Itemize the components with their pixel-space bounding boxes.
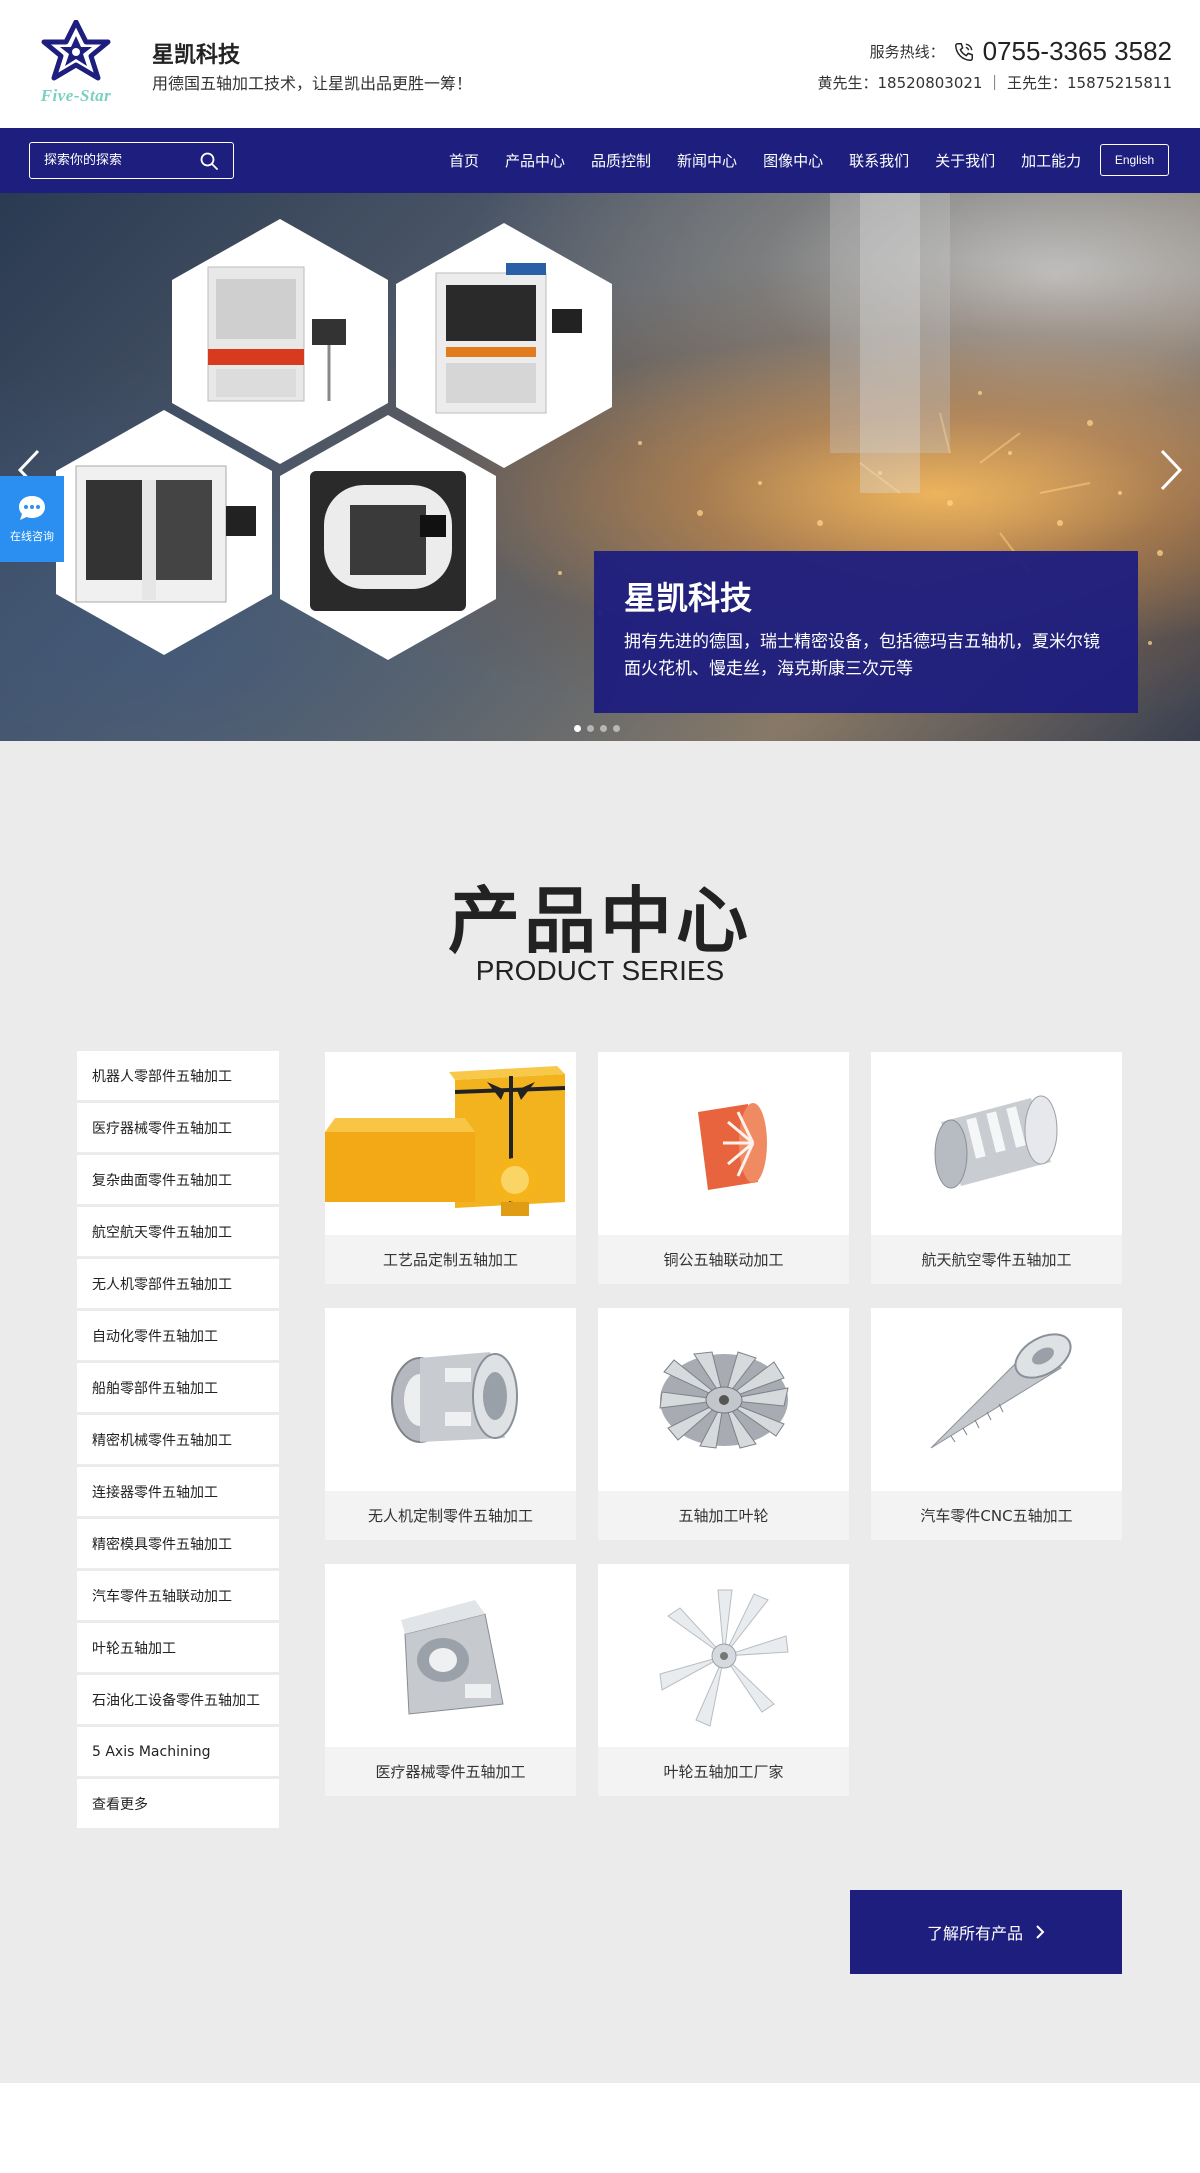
nav-menu: 首页 产品中心 品质控制 新闻中心 图像中心 联系我们 关于我们 加工能力 [436, 128, 1094, 193]
hero-banner: 星凯科技 拥有先进的德国，瑞士精密设备，包括德玛吉五轴机，夏米尔镜面火花机、慢走… [0, 193, 1200, 741]
category-item[interactable]: 机器人零部件五轴加工 [77, 1051, 279, 1100]
contact-persons: 黄先生：18520803021 ｜ 王先生：15875215811 [817, 74, 1173, 92]
product-card[interactable]: 医疗器械零件五轴加工 [325, 1564, 576, 1796]
hotline-number[interactable]: 0755-3365 3582 [983, 36, 1172, 67]
product-card[interactable]: 铜公五轴联动加工 [598, 1052, 849, 1284]
carousel-dot[interactable] [587, 725, 594, 732]
product-title: 五轴加工叶轮 [598, 1491, 849, 1540]
carousel-dot[interactable] [613, 725, 620, 732]
section-subtitle: PRODUCT SERIES [475, 955, 725, 986]
product-title: 工艺品定制五轴加工 [325, 1235, 576, 1284]
carousel-dot[interactable] [600, 725, 607, 732]
product-card[interactable]: 汽车零件CNC五轴加工 [871, 1308, 1122, 1540]
product-card[interactable]: 叶轮五轴加工厂家 [598, 1564, 849, 1796]
category-item[interactable]: 精密机械零件五轴加工 [77, 1415, 279, 1464]
product-card[interactable]: 无人机定制零件五轴加工 [325, 1308, 576, 1540]
brand-slogan: 用德国五轴加工技术，让星凯出品更胜一筹！ [152, 74, 473, 93]
category-list: 机器人零部件五轴加工 医疗器械零件五轴加工 复杂曲面零件五轴加工 航空航天零件五… [77, 1051, 279, 1831]
product-image [325, 1564, 576, 1747]
category-item[interactable]: 无人机零部件五轴加工 [77, 1259, 279, 1308]
site-header: Five-Star 星凯科技 用德国五轴加工技术，让星凯出品更胜一筹！ 服务热线… [0, 0, 1200, 128]
nav-item-contact[interactable]: 联系我们 [849, 150, 909, 171]
section-title: 产品中心 [447, 879, 752, 963]
category-item[interactable]: 复杂曲面零件五轴加工 [77, 1155, 279, 1204]
footer-strip [0, 2083, 1200, 2173]
category-item[interactable]: 连接器零件五轴加工 [77, 1467, 279, 1516]
search-input[interactable] [30, 153, 190, 168]
hotline-label: 服务热线： [869, 43, 945, 61]
category-item[interactable]: 船舶零部件五轴加工 [77, 1363, 279, 1412]
star-logo-icon [41, 19, 111, 81]
chevron-right-icon[interactable] [1156, 447, 1186, 493]
nav-item-products[interactable]: 产品中心 [505, 150, 565, 171]
nav-item-gallery[interactable]: 图像中心 [763, 150, 823, 171]
category-item[interactable]: 5 Axis Machining [77, 1727, 279, 1776]
machine-image-4 [280, 415, 496, 660]
banner-caption-text: 拥有先进的德国，瑞士精密设备，包括德玛吉五轴机，夏米尔镜面火花机、慢走丝，海克斯… [624, 632, 1100, 679]
product-title: 航天航空零件五轴加工 [871, 1235, 1122, 1284]
carousel-dot[interactable] [574, 725, 581, 732]
online-chat-label: 在线咨询 [10, 530, 54, 543]
nav-item-news[interactable]: 新闻中心 [677, 150, 737, 171]
product-image [871, 1308, 1122, 1491]
chat-bubble-icon [19, 496, 45, 520]
banner-caption: 星凯科技 拥有先进的德国，瑞士精密设备，包括德玛吉五轴机，夏米尔镜面火花机、慢走… [594, 551, 1138, 713]
search-box [29, 142, 234, 179]
hotline: 服务热线： 0755-3365 3582 [870, 36, 1172, 67]
product-image [325, 1052, 576, 1235]
product-card[interactable]: 航天航空零件五轴加工 [871, 1052, 1122, 1284]
nav-item-quality[interactable]: 品质控制 [591, 150, 651, 171]
product-image [871, 1052, 1122, 1235]
machine-image-3 [56, 410, 272, 655]
product-image [598, 1564, 849, 1747]
product-card[interactable]: 五轴加工叶轮 [598, 1308, 849, 1540]
logo-text: Five-Star [40, 86, 112, 105]
product-title: 医疗器械零件五轴加工 [325, 1747, 576, 1796]
search-icon[interactable] [199, 151, 219, 171]
category-item[interactable]: 航空航天零件五轴加工 [77, 1207, 279, 1256]
online-chat-button[interactable]: 在线咨询 [0, 476, 64, 562]
phone-icon [954, 42, 973, 61]
chevron-right-icon [1036, 1925, 1045, 1939]
product-card[interactable]: 工艺品定制五轴加工 [325, 1052, 576, 1284]
category-item[interactable]: 自动化零件五轴加工 [77, 1311, 279, 1360]
product-title: 铜公五轴联动加工 [598, 1235, 849, 1284]
product-image [598, 1052, 849, 1235]
category-item-more[interactable]: 查看更多 [77, 1779, 279, 1828]
product-image [325, 1308, 576, 1491]
carousel-dots [574, 725, 620, 732]
product-title: 叶轮五轴加工厂家 [598, 1747, 849, 1796]
product-image [598, 1308, 849, 1491]
english-button[interactable]: English [1100, 144, 1169, 176]
main-nav: 首页 产品中心 品质控制 新闻中心 图像中心 联系我们 关于我们 加工能力 En… [0, 128, 1200, 193]
category-item[interactable]: 精密模具零件五轴加工 [77, 1519, 279, 1568]
banner-caption-title: 星凯科技 [624, 579, 753, 617]
nav-item-home[interactable]: 首页 [449, 150, 479, 171]
category-item[interactable]: 石油化工设备零件五轴加工 [77, 1675, 279, 1724]
product-title: 汽车零件CNC五轴加工 [871, 1491, 1122, 1540]
brand-name: 星凯科技 [152, 43, 241, 68]
nav-item-about[interactable]: 关于我们 [935, 150, 995, 171]
category-item[interactable]: 汽车零件五轴联动加工 [77, 1571, 279, 1620]
company-logo[interactable]: Five-Star [28, 19, 124, 106]
view-all-products-label: 了解所有产品 [926, 1924, 1023, 1943]
category-item[interactable]: 医疗器械零件五轴加工 [77, 1103, 279, 1152]
product-title: 无人机定制零件五轴加工 [325, 1491, 576, 1540]
view-all-products-button[interactable]: 了解所有产品 [850, 1890, 1122, 1974]
nav-item-capability[interactable]: 加工能力 [1021, 150, 1081, 171]
category-item[interactable]: 叶轮五轴加工 [77, 1623, 279, 1672]
